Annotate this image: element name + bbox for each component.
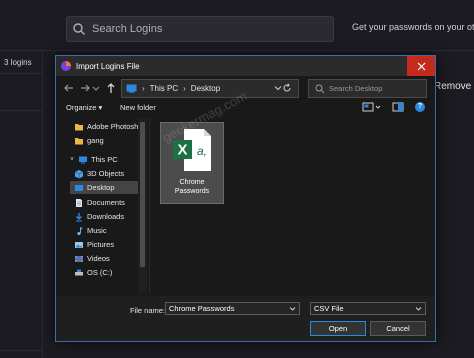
close-button[interactable] bbox=[407, 56, 435, 76]
organize-label: Organize bbox=[66, 103, 97, 112]
tree-item-label: Documents bbox=[87, 198, 125, 207]
close-icon bbox=[417, 62, 425, 70]
desktop-icon bbox=[75, 184, 83, 191]
tree-item-label: This PC bbox=[91, 155, 118, 164]
tree-item-label: 3D Objects bbox=[87, 169, 125, 178]
search-desktop-input[interactable]: Search Desktop bbox=[308, 79, 427, 98]
refresh-icon[interactable] bbox=[282, 83, 292, 93]
picture-icon bbox=[75, 241, 83, 248]
breadcrumb-this-pc[interactable]: This PC bbox=[150, 84, 178, 93]
file-name-line2: Passwords bbox=[174, 188, 210, 195]
help-button[interactable]: ? bbox=[415, 102, 425, 112]
forward-button[interactable] bbox=[78, 81, 92, 95]
background-search-box[interactable]: Search Logins bbox=[66, 16, 334, 42]
tree-item-desktop[interactable]: Desktop bbox=[70, 181, 142, 194]
excel-csv-icon: X a, bbox=[173, 129, 211, 171]
new-folder-button[interactable]: New folder bbox=[120, 103, 156, 112]
divider bbox=[0, 73, 42, 74]
chevron-down-icon bbox=[415, 307, 422, 311]
arrow-up-icon bbox=[107, 83, 115, 93]
file-name-field-label: File name: bbox=[130, 306, 166, 315]
dialog-titlebar[interactable]: Import Logins File bbox=[56, 56, 435, 76]
tree-item-label: Desktop bbox=[87, 183, 115, 192]
computer-icon bbox=[79, 156, 87, 163]
logins-count: 3 logins bbox=[4, 58, 32, 67]
organize-button[interactable]: Organize ▾ bbox=[66, 103, 102, 112]
tree-item-adobe-photoshop[interactable]: Adobe Photosho bbox=[74, 120, 142, 133]
breadcrumb-desktop[interactable]: Desktop bbox=[191, 84, 220, 93]
cube-icon bbox=[74, 169, 84, 178]
back-button[interactable] bbox=[62, 81, 76, 95]
file-list: X a, Chrome Passwords bbox=[150, 118, 434, 293]
tree-item-label: OS (C:) bbox=[87, 268, 113, 277]
search-icon bbox=[315, 84, 325, 93]
search-icon bbox=[73, 23, 85, 35]
background-sidebar bbox=[0, 50, 43, 358]
file-type-value: CSV File bbox=[314, 304, 344, 313]
tree-item-music[interactable]: Music bbox=[74, 224, 107, 237]
up-button[interactable] bbox=[104, 81, 118, 95]
tree-item-downloads[interactable]: Downloads bbox=[74, 210, 124, 223]
change-view-icon[interactable] bbox=[362, 102, 374, 112]
chevron-down-icon[interactable] bbox=[289, 305, 296, 312]
tree-item-3d-objects[interactable]: 3D Objects bbox=[74, 167, 124, 180]
svg-text:a,: a, bbox=[197, 144, 207, 158]
tree-item-gang[interactable]: gang bbox=[74, 134, 104, 147]
divider bbox=[0, 350, 42, 351]
chevron-down-icon[interactable] bbox=[375, 102, 381, 112]
file-name-label: Chrome Passwords bbox=[161, 178, 223, 196]
divider bbox=[0, 110, 42, 111]
document-icon bbox=[76, 198, 82, 207]
file-name-line1: Chrome bbox=[179, 179, 205, 186]
remove-label: Remove bbox=[434, 80, 472, 92]
background-promo-text: Get your passwords on your other d bbox=[352, 22, 474, 32]
file-item-chrome-passwords[interactable]: X a, Chrome Passwords bbox=[160, 122, 224, 204]
dialog-footer: File name: Chrome Passwords CSV File Ope… bbox=[56, 296, 435, 341]
video-icon bbox=[75, 255, 83, 262]
drive-icon bbox=[75, 269, 83, 275]
chevron-down-icon bbox=[92, 86, 100, 91]
recent-locations-button[interactable] bbox=[92, 81, 100, 95]
file-name-input[interactable]: Chrome Passwords bbox=[165, 302, 300, 315]
chevron-down-icon[interactable] bbox=[274, 84, 282, 92]
cancel-button[interactable]: Cancel bbox=[370, 321, 426, 336]
tree-item-label: Videos bbox=[87, 254, 110, 263]
tree-item-pictures[interactable]: Pictures bbox=[74, 238, 114, 251]
chevron-down-icon: ˅ bbox=[70, 156, 74, 163]
tree-item-videos[interactable]: Videos bbox=[74, 252, 110, 265]
tree-item-this-pc[interactable]: ˅ This PC bbox=[69, 153, 118, 166]
chevron-right-icon: › bbox=[142, 84, 145, 93]
folder-icon bbox=[75, 137, 83, 144]
preview-pane-icon[interactable] bbox=[392, 102, 404, 112]
navigation-scrollbar-thumb[interactable] bbox=[140, 122, 145, 267]
file-name-value: Chrome Passwords bbox=[169, 304, 235, 313]
tree-item-documents[interactable]: Documents bbox=[74, 196, 125, 209]
tree-item-label: Adobe Photosho bbox=[87, 122, 143, 131]
tree-item-label: gang bbox=[87, 136, 104, 145]
address-bar[interactable]: › This PC › Desktop bbox=[121, 79, 299, 98]
arrow-left-icon bbox=[64, 84, 73, 92]
command-bar: Organize ▾ New folder ? bbox=[56, 101, 435, 116]
search-desktop-placeholder: Search Desktop bbox=[329, 84, 383, 93]
dialog-title: Import Logins File bbox=[76, 61, 140, 71]
chevron-right-icon: › bbox=[183, 84, 186, 93]
tree-item-label: Music bbox=[87, 226, 107, 235]
tree-item-label: Downloads bbox=[87, 212, 125, 221]
download-icon bbox=[76, 212, 82, 221]
folder-icon bbox=[75, 123, 83, 130]
tree-item-os-c[interactable]: OS (C:) bbox=[74, 266, 112, 279]
file-type-select[interactable]: CSV File bbox=[310, 302, 426, 315]
svg-text:X: X bbox=[177, 142, 187, 159]
firefox-icon bbox=[61, 61, 71, 71]
arrow-right-icon bbox=[81, 84, 90, 92]
open-button[interactable]: Open bbox=[310, 321, 366, 336]
music-icon bbox=[77, 226, 83, 235]
background-search-placeholder: Search Logins bbox=[92, 23, 163, 35]
import-logins-dialog: Import Logins File › This PC › Desktop S… bbox=[55, 55, 436, 342]
this-pc-icon bbox=[126, 84, 137, 93]
navigation-pane: Adobe Photosho gang ˅ This PC 3D Objects… bbox=[56, 118, 150, 293]
tree-item-label: Pictures bbox=[87, 240, 115, 249]
navigation-bar: › This PC › Desktop Search Desktop bbox=[56, 76, 435, 100]
